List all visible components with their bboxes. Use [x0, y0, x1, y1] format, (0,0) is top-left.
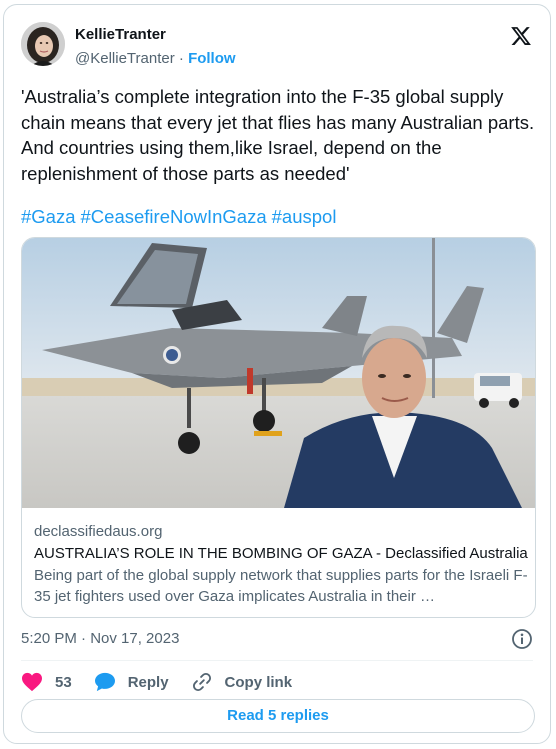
- author-handle-row: @KellieTranter · Follow: [75, 50, 236, 67]
- link-title: AUSTRALIA’S ROLE IN THE BOMBING OF GAZA …: [34, 545, 528, 562]
- read-replies-button[interactable]: Read 5 replies: [21, 699, 535, 733]
- hashtags: #Gaza #CeasefireNowInGaza #auspol: [21, 204, 341, 229]
- copy-link-label: Copy link: [224, 673, 293, 691]
- avatar[interactable]: [21, 22, 65, 66]
- reply-label: Reply: [127, 673, 169, 691]
- speech-bubble-icon: [94, 672, 115, 692]
- x-logo-icon[interactable]: [510, 25, 532, 47]
- hashtag-ceasefire[interactable]: #CeasefireNowInGaza: [81, 206, 267, 227]
- like-button[interactable]: 53: [21, 672, 72, 692]
- tweet-text-paragraph: 'Australia’s complete integration into t…: [21, 86, 535, 184]
- link-description: Being part of the global supply network …: [34, 567, 528, 605]
- link-preview-info: declassifiedaus.org AUSTRALIA’S ROLE IN …: [34, 521, 529, 607]
- link-domain: declassifiedaus.org: [34, 523, 163, 540]
- f35-jet-photo: [22, 238, 535, 508]
- tweet-timestamp[interactable]: 5:20 PM · Nov 17, 2023: [21, 630, 179, 647]
- follow-button[interactable]: Follow: [188, 50, 236, 67]
- hashtag-auspol[interactable]: #auspol: [272, 206, 337, 227]
- reply-button[interactable]: Reply: [94, 672, 169, 692]
- copy-link-button[interactable]: Copy link: [191, 671, 293, 693]
- action-bar: 53 Reply Copy link: [21, 670, 314, 694]
- hashtag-gaza[interactable]: #Gaza: [21, 206, 76, 227]
- tweet-card: KellieTranter @KellieTranter · Follow 'A…: [3, 4, 551, 744]
- info-icon[interactable]: [511, 628, 533, 650]
- divider: [21, 660, 533, 661]
- link-icon: [192, 672, 211, 692]
- heart-icon: [22, 672, 42, 692]
- tweet-text: 'Australia’s complete integration into t…: [21, 84, 536, 186]
- link-preview-card[interactable]: declassifiedaus.org AUSTRALIA’S ROLE IN …: [21, 237, 536, 618]
- author-name[interactable]: KellieTranter: [75, 26, 166, 43]
- like-count: 53: [55, 673, 72, 691]
- author-handle[interactable]: @KellieTranter: [75, 50, 175, 67]
- separator-dot: ·: [174, 50, 189, 67]
